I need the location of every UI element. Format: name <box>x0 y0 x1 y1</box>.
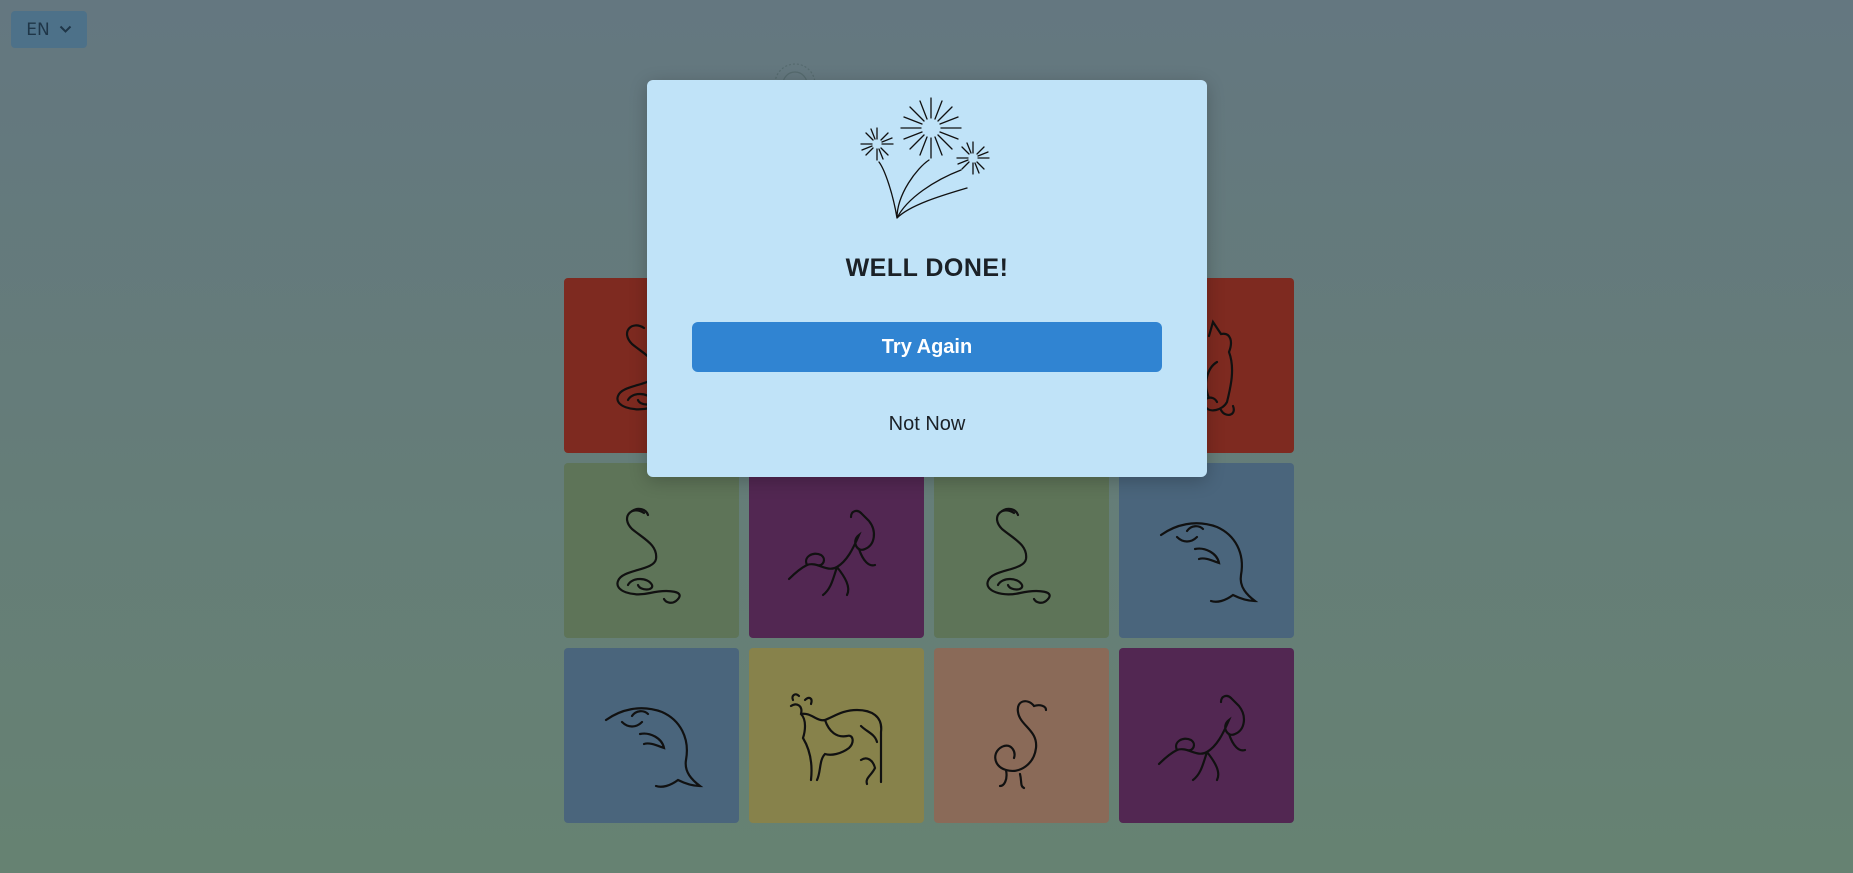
card-snake[interactable] <box>934 463 1109 638</box>
not-now-button[interactable]: Not Now <box>827 402 1027 446</box>
card-cow[interactable] <box>749 648 924 823</box>
card-dolphin[interactable] <box>1119 463 1294 638</box>
language-value: EN <box>26 19 50 40</box>
try-again-button[interactable]: Try Again <box>692 322 1162 372</box>
card-snake[interactable] <box>564 463 739 638</box>
fireworks-icon <box>860 97 990 219</box>
chevron-down-icon <box>59 25 71 33</box>
dialog-title: WELL DONE! <box>845 254 1009 282</box>
card-horse[interactable] <box>749 463 924 638</box>
language-selector[interactable]: EN <box>11 11 87 48</box>
card-swan[interactable] <box>934 648 1109 823</box>
success-dialog: WELL DONE! Try Again Not Now <box>647 80 1207 477</box>
card-dolphin[interactable] <box>564 648 739 823</box>
card-horse[interactable] <box>1119 648 1294 823</box>
